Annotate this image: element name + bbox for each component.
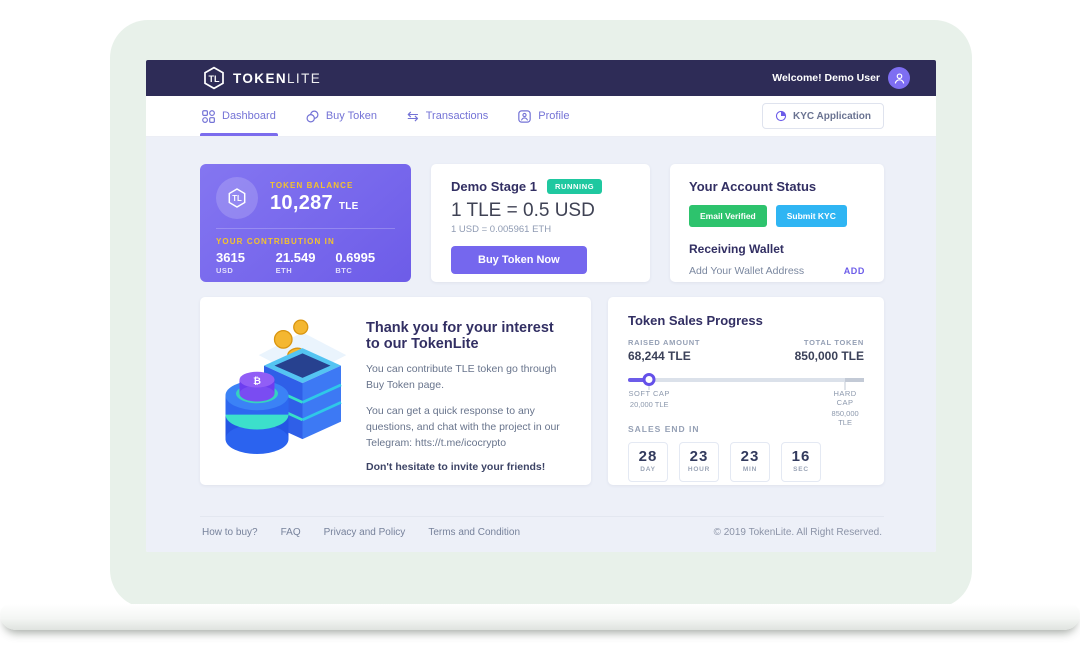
countdown-days: 28 DAY (628, 442, 668, 482)
tab-dashboard[interactable]: Dashboard (202, 96, 276, 136)
countdown-hours: 23 HOUR (679, 442, 719, 482)
add-wallet-link[interactable]: ADD (844, 266, 865, 276)
countdown-seconds: 16 SEC (781, 442, 821, 482)
kyc-button-label: KYC Application (793, 111, 871, 122)
person-icon (893, 72, 906, 85)
transfer-arrows-icon: ⇆ (407, 109, 419, 123)
tab-profile[interactable]: Profile (518, 96, 569, 136)
tab-label: Dashboard (222, 110, 276, 122)
tab-label: Buy Token (326, 110, 377, 122)
thanks-paragraph-1: You can contribute TLE token go through … (366, 361, 571, 394)
thanks-title: Thank you for your interest to our Token… (366, 320, 571, 352)
token-sub-rate: 1 USD = 0.005961 ETH (451, 224, 630, 235)
tab-label: Transactions (426, 110, 489, 122)
brand-name: TOKENLITE (233, 71, 321, 86)
hard-cap-label: HARD CAP 850,000 TLE (832, 389, 859, 427)
app-window: TL TOKENLITE Welcome! Demo User (146, 60, 936, 552)
kyc-application-button[interactable]: KYC Application (762, 103, 884, 129)
profile-icon (518, 110, 531, 123)
sale-stage-card: Demo Stage 1 RUNNING 1 TLE = 0.5 USD 1 U… (431, 164, 650, 282)
contribution-btc: 0.6995 BTC (335, 250, 395, 275)
soft-cap-label: SOFT CAP 20,000 TLE (629, 389, 670, 409)
nav-tabs: Dashboard Buy Token ⇆ Transactions (202, 96, 569, 136)
email-verified-badge[interactable]: Email Verified (689, 205, 767, 227)
contribution-section: YOUR CONTRIBUTION IN 3615 USD 21.549 ETH (216, 237, 395, 275)
user-avatar[interactable] (888, 67, 910, 89)
countdown: 28 DAY 23 HOUR 23 MIN 16 (628, 442, 864, 482)
copyright-text: © 2019 TokenLite. All Right Reserved. (714, 527, 882, 538)
laptop-mockup: TL TOKENLITE Welcome! Demo User (0, 0, 1080, 650)
submit-kyc-badge[interactable]: Submit KYC (776, 205, 847, 227)
token-sales-progress-card: Token Sales Progress RAISED AMOUNT 68,24… (608, 297, 884, 485)
thanks-invite-line: Don't hesitate to invite your friends! (366, 461, 571, 473)
thanks-paragraph-2: You can get a quick response to any ques… (366, 403, 571, 452)
tab-transactions[interactable]: ⇆ Transactions (407, 96, 488, 136)
token-rate: 1 TLE = 0.5 USD (451, 200, 630, 222)
tokenlite-logo-icon: TL (202, 66, 226, 90)
wallet-hint: Add Your Wallet Address (689, 265, 804, 277)
coins-icon (306, 110, 319, 123)
footer-link-faq[interactable]: FAQ (281, 527, 301, 538)
dashboard-icon (202, 110, 215, 123)
contribution-label: YOUR CONTRIBUTION IN (216, 237, 395, 246)
running-status-badge: RUNNING (547, 179, 602, 194)
sales-end-label: SALES END IN (628, 424, 864, 434)
tab-label: Profile (538, 110, 569, 122)
total-token-block: TOTAL TOKEN 850,000 TLE (795, 338, 864, 363)
laptop-base (0, 604, 1080, 630)
footer-link-terms[interactable]: Terms and Condition (428, 527, 520, 538)
footer-link-privacy[interactable]: Privacy and Policy (324, 527, 406, 538)
account-status-card: Your Account Status Email Verified Submi… (670, 164, 884, 282)
kyc-pie-icon (775, 110, 787, 122)
countdown-minutes: 23 MIN (730, 442, 770, 482)
stage-title: Demo Stage 1 (451, 179, 537, 194)
user-area: Welcome! Demo User (772, 67, 910, 89)
progress-title: Token Sales Progress (628, 313, 864, 328)
contribution-eth: 21.549 ETH (276, 250, 336, 275)
crypto-coins-illustration: ₿ (210, 314, 360, 468)
svg-text:TL: TL (232, 194, 242, 203)
main-nav: Dashboard Buy Token ⇆ Transactions (146, 96, 936, 137)
welcome-text: Welcome! Demo User (772, 72, 880, 84)
contribution-values: 3615 USD 21.549 ETH 0.6995 BTC (216, 250, 395, 275)
slider-tail (845, 378, 864, 382)
dashboard-content: TL TOKEN BALANCE 10,287 TLE YOUR CONTRIB… (146, 137, 936, 552)
balance-top: TL TOKEN BALANCE 10,287 TLE (216, 177, 395, 229)
svg-text:₿: ₿ (253, 376, 261, 387)
thank-you-card: ₿ Thank you for your interest to our Tok… (200, 297, 591, 485)
top-header-bar: TL TOKENLITE Welcome! Demo User (146, 60, 936, 96)
token-logo-badge: TL (216, 177, 258, 219)
slider-handle[interactable] (643, 373, 656, 386)
footer-links: How to buy? FAQ Privacy and Policy Terms… (202, 527, 520, 538)
receiving-wallet-title: Receiving Wallet (689, 242, 865, 256)
balance-amount: 10,287 TLE (270, 192, 359, 215)
bottom-cards-row: ₿ Thank you for your interest to our Tok… (200, 297, 884, 485)
account-status-title: Your Account Status (689, 179, 865, 194)
slider-track (628, 378, 864, 382)
tokenlite-hex-icon: TL (226, 187, 248, 209)
tab-buy-token[interactable]: Buy Token (306, 96, 377, 136)
contribution-usd: 3615 USD (216, 250, 276, 275)
token-balance-card: TL TOKEN BALANCE 10,287 TLE YOUR CONTRIB… (200, 164, 411, 282)
buy-token-now-button[interactable]: Buy Token Now (451, 246, 587, 274)
screen-footer: How to buy? FAQ Privacy and Policy Terms… (200, 516, 884, 552)
brand-logo[interactable]: TL TOKENLITE (202, 66, 321, 90)
balance-label: TOKEN BALANCE (270, 181, 359, 190)
footer-link-how-to-buy[interactable]: How to buy? (202, 527, 258, 538)
svg-text:TL: TL (209, 74, 220, 84)
sales-progress-slider (628, 373, 864, 387)
top-cards-row: TL TOKEN BALANCE 10,287 TLE YOUR CONTRIB… (200, 164, 884, 282)
raised-amount-block: RAISED AMOUNT 68,244 TLE (628, 338, 700, 363)
